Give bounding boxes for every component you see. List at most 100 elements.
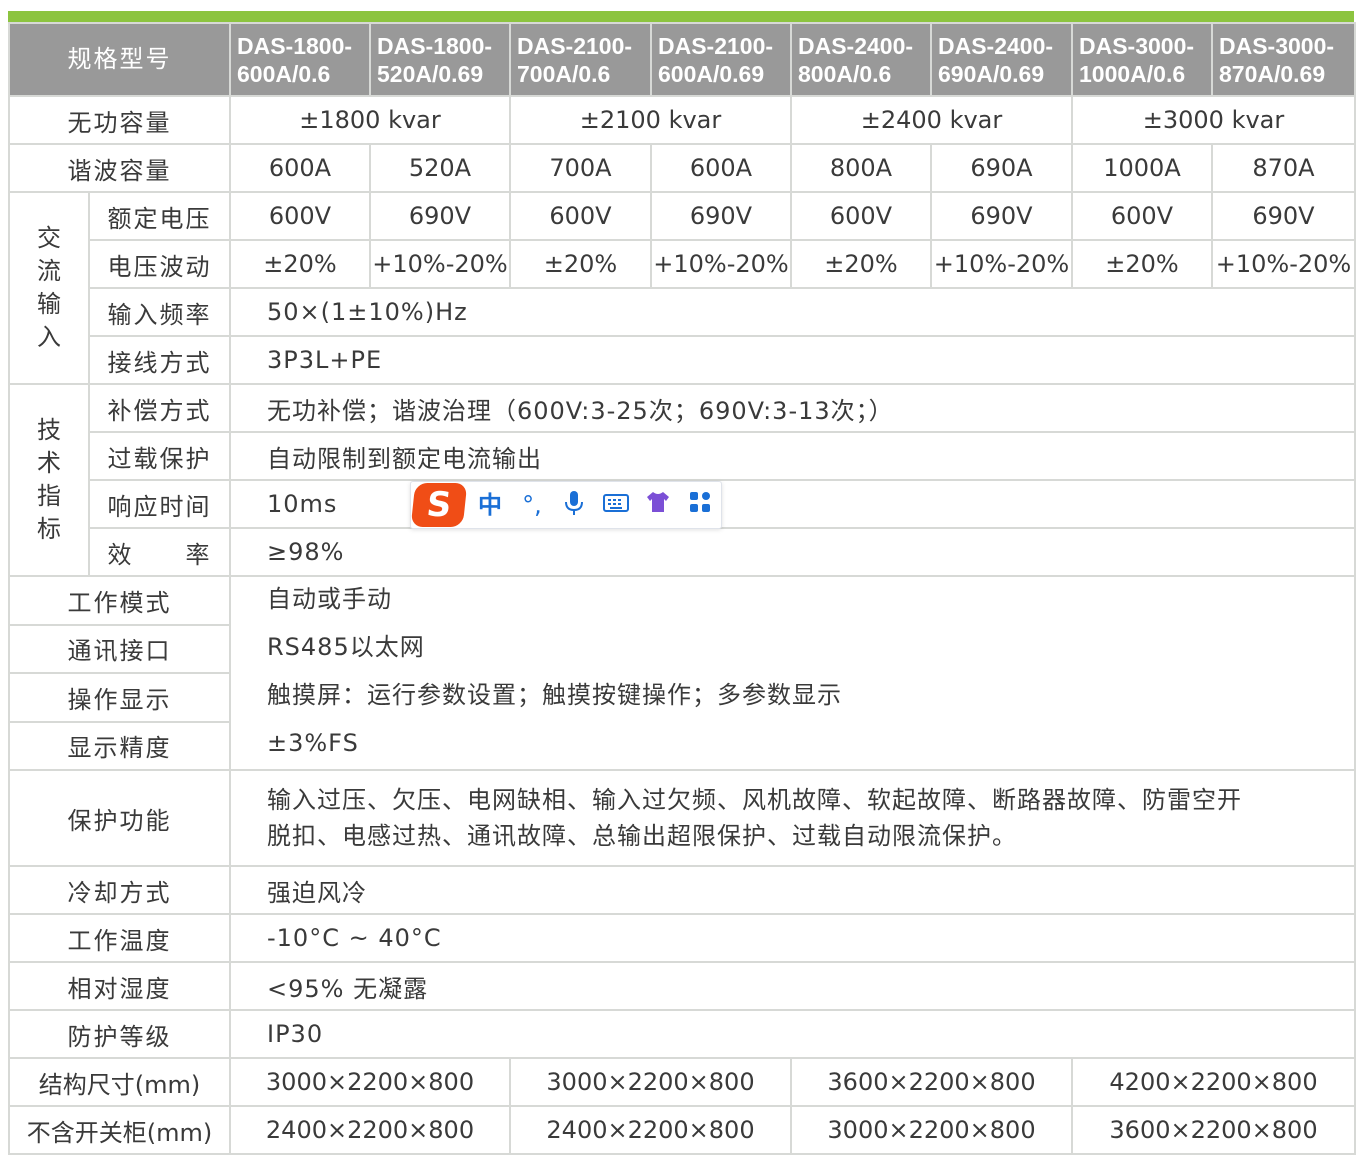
- fluctuation-cell: ±20%: [1071, 239, 1213, 289]
- group-label-tech: 技术指标: [8, 383, 90, 577]
- row-label: 补偿方式: [88, 383, 231, 433]
- harmonic-cell: 800A: [790, 143, 932, 193]
- harmonic-cell: 700A: [509, 143, 652, 193]
- harmonic-cell: 1000A: [1071, 143, 1213, 193]
- chinese-mode-icon[interactable]: 中: [475, 490, 505, 520]
- wiring-row: 接线方式 3P3L+PE: [9, 335, 1356, 385]
- voltage-cell: 600V: [509, 191, 652, 241]
- row-label: 接线方式: [88, 335, 231, 385]
- row-label: 冷却方式: [8, 865, 231, 915]
- row-label: 电压波动: [88, 239, 231, 289]
- work-mode-row: 工作模式 自动或手动 RS485以太网 触摸屏：运行参数设置；触摸按键操作；多参…: [8, 575, 1356, 771]
- model-header: DAS-3000- 870A/0.69: [1211, 22, 1356, 97]
- dimension-cell: 3600×2200×800: [1071, 1105, 1356, 1155]
- model-header: DAS-2100- 700A/0.6: [509, 22, 652, 97]
- voltage-cell: 690V: [930, 191, 1073, 241]
- harmonic-cell: 870A: [1211, 143, 1356, 193]
- fluctuation-cell: +10%-20%: [1211, 239, 1356, 289]
- reactive-row: 无功容量 ±1800 kvar ±2100 kvar ±2400 kvar ±3…: [8, 95, 1356, 145]
- row-label: 无功容量: [8, 95, 231, 145]
- efficiency-value: ≥98%: [229, 527, 1356, 577]
- microphone-icon[interactable]: [559, 490, 589, 520]
- row-label: 过载保护: [88, 431, 231, 481]
- voltage-cell: 600V: [790, 191, 932, 241]
- dimension-cell: 3000×2200×800: [790, 1105, 1073, 1155]
- harmonic-cell: 600A: [229, 143, 371, 193]
- dimensions-row: 结构尺寸(mm) 3000×2200×800 3000×2200×800 360…: [8, 1057, 1356, 1107]
- response-value: 10ms: [229, 479, 1356, 529]
- row-label: 效 率: [88, 527, 231, 577]
- header-label: 规格型号: [8, 22, 231, 97]
- merged-values: 自动或手动 RS485以太网 触摸屏：运行参数设置；触摸按键操作；多参数显示 ±…: [229, 575, 1356, 771]
- sogou-logo-icon[interactable]: S: [410, 483, 468, 527]
- row-label: 结构尺寸(mm): [8, 1057, 231, 1107]
- toolbox-icon[interactable]: [685, 490, 715, 520]
- model-header: DAS-2400- 800A/0.6: [790, 22, 932, 97]
- ip-row: 防护等级 IP30: [8, 1009, 1356, 1059]
- reactive-cell: ±1800 kvar: [229, 95, 511, 145]
- protection-row: 保护功能 输入过压、欠压、电网缺相、输入过欠频、风机故障、软起故障、断路器故障、…: [8, 769, 1356, 867]
- harmonic-cell: 520A: [369, 143, 511, 193]
- temperature-value: -10°C ~ 40°C: [229, 913, 1356, 963]
- work-mode-value: 自动或手动: [267, 585, 392, 613]
- row-label: 工作模式: [8, 575, 231, 626]
- efficiency-row: 效 率 ≥98%: [9, 527, 1356, 577]
- model-header: DAS-3000- 1000A/0.6: [1071, 22, 1213, 97]
- overload-value: 自动限制到额定电流输出: [229, 431, 1356, 481]
- dimension-cell: 4200×2200×800: [1071, 1057, 1356, 1107]
- model-header: DAS-2100- 600A/0.69: [650, 22, 792, 97]
- row-label: 额定电压: [88, 191, 231, 241]
- voltage-cell: 690V: [650, 191, 792, 241]
- fluctuation-cell: +10%-20%: [930, 239, 1073, 289]
- fluctuation-row: 电压波动 ±20% +10%-20% ±20% +10%-20% ±20% +1…: [9, 239, 1356, 289]
- accent-bar: [8, 11, 1354, 22]
- voltage-cell: 690V: [1211, 191, 1356, 241]
- row-label: 输入频率: [88, 287, 231, 337]
- rated-voltage-row: 交流输入 额定电压 600V 690V 600V 690V 600V 690V …: [8, 191, 1356, 385]
- display-value: 触摸屏：运行参数设置；触摸按键操作；多参数显示: [267, 681, 842, 709]
- humidity-value: <95% 无凝露: [229, 961, 1356, 1011]
- without-switch-row: 不含开关柜(mm) 2400×2200×800 2400×2200×800 30…: [8, 1105, 1356, 1155]
- fluctuation-cell: ±20%: [790, 239, 932, 289]
- dimension-cell: 3000×2200×800: [229, 1057, 511, 1107]
- dimension-cell: 2400×2200×800: [229, 1105, 511, 1155]
- skin-icon[interactable]: [643, 490, 673, 520]
- wiring-value: 3P3L+PE: [229, 335, 1356, 385]
- row-label: 通讯接口: [8, 623, 231, 674]
- header-row: 规格型号 DAS-1800- 600A/0.6 DAS-1800- 520A/0.6…: [8, 22, 1356, 97]
- compensation-row: 技术指标 补偿方式 无功补偿；谐波治理（600V:3-25次；690V:3-13…: [8, 383, 1356, 577]
- dimension-cell: 2400×2200×800: [509, 1105, 792, 1155]
- accuracy-value: ±3%FS: [267, 729, 359, 757]
- row-label: 响应时间: [88, 479, 231, 529]
- overload-row: 过载保护 自动限制到额定电流输出: [9, 431, 1356, 481]
- fluctuation-cell: +10%-20%: [369, 239, 511, 289]
- model-header: DAS-1800- 520A/0.69: [369, 22, 511, 97]
- harmonic-cell: 690A: [930, 143, 1073, 193]
- row-label: 显示精度: [8, 720, 231, 771]
- voltage-cell: 690V: [369, 191, 511, 241]
- frequency-value: 50×(1±10%)Hz: [229, 287, 1356, 337]
- ip-value: IP30: [229, 1009, 1356, 1059]
- model-header: DAS-1800- 600A/0.6: [229, 22, 371, 97]
- temperature-row: 工作温度 -10°C ~ 40°C: [8, 913, 1356, 963]
- keyboard-icon[interactable]: [601, 490, 631, 520]
- humidity-row: 相对湿度 <95% 无凝露: [8, 961, 1356, 1011]
- punctuation-icon[interactable]: °,: [517, 490, 547, 520]
- ime-toolbar[interactable]: S 中 °,: [410, 481, 722, 529]
- reactive-cell: ±3000 kvar: [1071, 95, 1356, 145]
- row-label: 操作显示: [8, 672, 231, 723]
- row-label: 相对湿度: [8, 961, 231, 1011]
- protection-value: 输入过压、欠压、电网缺相、输入过欠频、风机故障、软起故障、断路器故障、防雷空开 …: [229, 769, 1356, 867]
- group-label-ac-input: 交流输入: [8, 191, 90, 385]
- fluctuation-cell: ±20%: [509, 239, 652, 289]
- voltage-cell: 600V: [229, 191, 371, 241]
- cooling-row: 冷却方式 强迫风冷: [8, 865, 1356, 915]
- harmonic-row: 谐波容量 600A 520A 700A 600A 800A 690A 1000A…: [8, 143, 1356, 193]
- row-label: 防护等级: [8, 1009, 231, 1059]
- row-label: 保护功能: [8, 769, 231, 867]
- spec-table: 规格型号 DAS-1800- 600A/0.6 DAS-1800- 520A/0.6…: [8, 22, 1356, 1155]
- dimension-cell: 3000×2200×800: [509, 1057, 792, 1107]
- reactive-cell: ±2100 kvar: [509, 95, 792, 145]
- row-label: 谐波容量: [8, 143, 231, 193]
- compensation-value: 无功补偿；谐波治理（600V:3-25次；690V:3-13次；）: [229, 383, 1356, 433]
